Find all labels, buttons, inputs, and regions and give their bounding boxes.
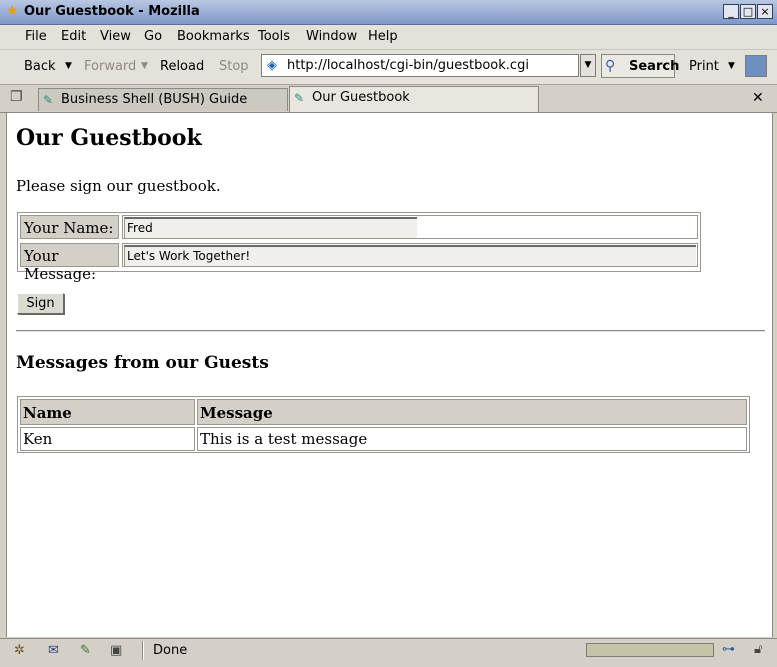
navigator-icon[interactable]: ✲	[14, 643, 25, 658]
back-button[interactable]: Back	[24, 59, 56, 74]
composer-icon[interactable]: ✎	[80, 643, 91, 658]
menu-view[interactable]: View	[100, 29, 131, 44]
menu-tools[interactable]: Tools	[258, 29, 290, 44]
intro-text: Please sign our guestbook.	[16, 177, 221, 195]
menu-bookmarks[interactable]: Bookmarks	[177, 29, 250, 44]
url-history-dropdown-icon[interactable]: ▼	[580, 54, 596, 77]
window-title: Our Guestbook - Mozilla	[24, 4, 200, 19]
name-label: Your Name:	[20, 215, 119, 239]
sign-button[interactable]: Sign	[17, 293, 64, 314]
bookmark-pen-icon: ✎	[294, 91, 305, 105]
back-dropdown-icon[interactable]: ▼	[65, 61, 72, 71]
column-header-message: Message	[197, 399, 747, 425]
menu-edit[interactable]: Edit	[61, 29, 86, 44]
message-label: Your Message:	[20, 243, 119, 283]
menu-window[interactable]: Window	[306, 29, 357, 44]
search-glass-icon: ⚲	[605, 58, 616, 74]
print-dropdown-icon[interactable]: ▼	[728, 61, 735, 71]
status-text: Done	[153, 643, 188, 658]
table-cell-name: Ken	[20, 427, 195, 451]
forward-button[interactable]: Forward	[84, 59, 136, 74]
message-cell: Let's Work Together!	[122, 243, 698, 267]
mozilla-star-icon: ★	[6, 3, 19, 19]
minimize-button[interactable]: _	[723, 4, 739, 19]
url-text[interactable]: http://localhost/cgi-bin/guestbook.cgi	[287, 58, 529, 73]
messages-table: Name Message Ken This is a test message	[17, 396, 750, 453]
new-tab-icon[interactable]: ❐	[10, 89, 23, 105]
tab-label: Business Shell (BUSH) Guide	[61, 92, 248, 107]
menu-bar: File Edit View Go Bookmarks Tools Window…	[0, 25, 777, 50]
tab-bush-guide[interactable]: ✎ Business Shell (BUSH) Guide	[38, 88, 288, 111]
page-proxy-icon[interactable]: ◈	[267, 58, 283, 74]
page-content: Our Guestbook Please sign our guestbook.…	[6, 113, 773, 637]
bookmark-pen-icon: ✎	[43, 93, 54, 107]
name-input[interactable]: Fred	[124, 217, 417, 238]
close-tab-icon[interactable]: ✕	[752, 90, 764, 106]
message-input[interactable]: Let's Work Together!	[124, 245, 696, 266]
menu-help[interactable]: Help	[368, 29, 398, 44]
tab-our-guestbook[interactable]: ✎ Our Guestbook	[289, 86, 539, 112]
menu-file[interactable]: File	[25, 29, 47, 44]
address-book-icon[interactable]: ▣	[110, 643, 122, 658]
page-title: Our Guestbook	[16, 125, 202, 151]
horizontal-rule	[16, 330, 765, 332]
progress-meter	[586, 643, 714, 657]
maximize-button[interactable]: □	[740, 4, 756, 19]
padlock-icon[interactable]: 🔓︎	[754, 642, 762, 657]
messages-heading: Messages from our Guests	[16, 353, 269, 373]
search-button-label: Search	[629, 59, 680, 74]
url-bar[interactable]: ◈ http://localhost/cgi-bin/guestbook.cgi	[261, 54, 579, 77]
reload-button[interactable]: Reload	[160, 59, 204, 74]
print-button[interactable]: Print	[689, 59, 719, 74]
throbber-icon[interactable]	[745, 55, 767, 77]
name-cell: Fred	[122, 215, 698, 239]
column-header-name: Name	[20, 399, 195, 425]
online-plug-icon[interactable]: ⊶	[722, 642, 735, 657]
title-bar: ★ Our Guestbook - Mozilla _ □ ×	[0, 0, 777, 25]
mail-icon[interactable]: ✉	[48, 643, 59, 658]
stop-button[interactable]: Stop	[219, 59, 249, 74]
close-window-button[interactable]: ×	[757, 4, 773, 19]
menu-go[interactable]: Go	[144, 29, 162, 44]
guestbook-form: Your Name: Fred Your Message: Let's Work…	[17, 212, 701, 283]
forward-dropdown-icon[interactable]: ▼	[141, 61, 148, 71]
table-cell-message: This is a test message	[197, 427, 747, 451]
status-separator	[142, 641, 144, 660]
tab-label: Our Guestbook	[312, 90, 410, 105]
search-button[interactable]: ⚲ Search	[601, 54, 679, 78]
